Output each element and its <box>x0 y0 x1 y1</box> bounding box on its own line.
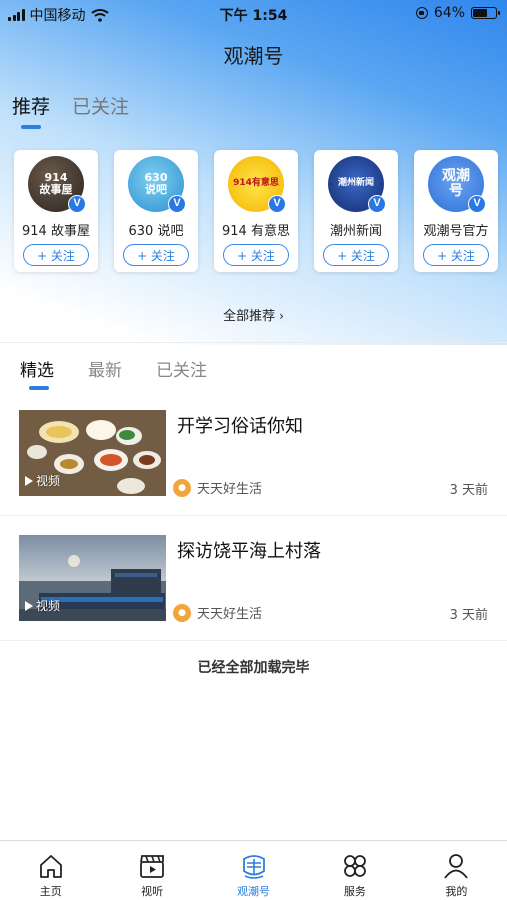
article-time: 3 天前 <box>449 608 488 623</box>
account-name: 914 故事屋 <box>22 224 90 239</box>
services-icon <box>344 855 366 877</box>
tab-recommended[interactable]: 推荐 <box>12 92 50 119</box>
avatar: 630 说吧 V <box>128 156 186 213</box>
top-tabs: 推荐 已关注 <box>12 92 129 119</box>
account-card[interactable]: 观潮号 V 观潮号官方 + 关注 <box>414 150 498 272</box>
end-of-list-text: 已经全部加载完毕 <box>197 660 310 676</box>
play-icon <box>25 600 33 611</box>
account-card[interactable]: 914有意思 V 914 有意思 + 关注 <box>214 150 298 272</box>
chevron-right-icon: › <box>279 309 284 323</box>
verified-icon: V <box>368 195 386 213</box>
verified-icon: V <box>168 195 186 213</box>
follow-button[interactable]: + 关注 <box>123 244 189 266</box>
nav-services[interactable]: 服务 <box>304 841 405 900</box>
page-title: 观潮号 <box>223 44 284 68</box>
tab-following[interactable]: 已关注 <box>156 356 207 381</box>
nav-media[interactable]: 视听 <box>101 841 202 900</box>
follow-button[interactable]: + 关注 <box>223 244 289 266</box>
verified-icon: V <box>68 195 86 213</box>
verified-icon: V <box>268 195 286 213</box>
battery-icon <box>471 7 500 19</box>
guanchao-icon <box>242 855 265 879</box>
person-icon <box>444 854 469 879</box>
account-card[interactable]: 914 故事屋 V 914 故事屋 + 关注 <box>14 150 98 272</box>
article-source[interactable]: ● 天天好生活 <box>173 478 262 497</box>
account-card[interactable]: 潮州新闻 V 潮州新闻 + 关注 <box>314 150 398 272</box>
avatar: 914 故事屋 V <box>28 156 86 213</box>
video-tag: 视频 <box>25 472 60 489</box>
account-name: 潮州新闻 <box>329 224 382 239</box>
verified-icon: V <box>468 195 486 213</box>
article-title[interactable]: 开学习俗话你知 <box>177 412 303 438</box>
nav-guanchao[interactable]: 观潮号 <box>203 841 304 900</box>
home-icon <box>39 855 62 878</box>
article-time: 3 天前 <box>449 483 488 498</box>
nav-profile[interactable]: 我的 <box>406 841 507 900</box>
avatar: 潮州新闻 V <box>328 156 386 213</box>
article-source[interactable]: ● 天天好生活 <box>173 603 262 622</box>
follow-button[interactable]: + 关注 <box>423 244 489 266</box>
feed-tabs: 精选 最新 已关注 <box>20 356 207 381</box>
bottom-nav: 主页 视听 观潮号 服务 我的 <box>0 840 507 900</box>
account-card[interactable]: 630 说吧 V 630 说吧 + 关注 <box>114 150 198 272</box>
nav-label: 我的 <box>445 885 468 898</box>
account-name: 914 有意思 <box>222 224 290 239</box>
tab-featured[interactable]: 精选 <box>20 356 54 381</box>
tab-indicator <box>21 125 41 129</box>
clapperboard-icon <box>140 855 165 878</box>
article-title[interactable]: 探访饶平海上村落 <box>177 537 321 563</box>
avatar: 914有意思 V <box>228 156 286 213</box>
source-avatar-icon: ● <box>173 478 191 497</box>
recommended-accounts: 914 故事屋 V 914 故事屋 + 关注 630 说吧 V 630 说吧 +… <box>14 150 498 272</box>
nav-label: 观潮号 <box>237 885 271 898</box>
follow-button[interactable]: + 关注 <box>323 244 389 266</box>
orientation-lock-icon <box>415 7 428 19</box>
feed-tab-indicator <box>29 386 49 390</box>
video-tag: 视频 <box>25 597 60 614</box>
nav-label: 主页 <box>39 885 62 898</box>
tab-latest[interactable]: 最新 <box>88 356 122 381</box>
nav-label: 服务 <box>343 885 366 898</box>
row-divider <box>0 640 507 641</box>
all-recommend-label: 全部推荐 <box>223 309 276 324</box>
all-recommend-link[interactable]: 全部推荐 › <box>0 305 507 324</box>
nav-home[interactable]: 主页 <box>0 841 101 900</box>
avatar: 观潮号 V <box>428 156 486 213</box>
video-thumbnail[interactable]: 视频 <box>19 535 166 621</box>
play-icon <box>25 475 33 486</box>
source-name: 天天好生活 <box>197 482 263 497</box>
section-divider <box>0 342 507 343</box>
nav-label: 视听 <box>141 885 164 898</box>
video-tag-label: 视频 <box>36 474 61 488</box>
account-name: 观潮号官方 <box>423 224 489 239</box>
row-divider <box>0 515 507 516</box>
tab-followed[interactable]: 已关注 <box>72 92 129 119</box>
source-avatar-icon: ● <box>173 603 191 622</box>
video-thumbnail[interactable]: 视频 <box>19 410 166 496</box>
follow-button[interactable]: + 关注 <box>23 244 89 266</box>
source-name: 天天好生活 <box>197 607 263 622</box>
battery-percent: 64% <box>433 5 465 21</box>
video-tag-label: 视频 <box>36 599 61 613</box>
account-name: 630 说吧 <box>128 224 184 239</box>
status-bar: 中国移动 下午 1:54 64% <box>0 0 507 28</box>
